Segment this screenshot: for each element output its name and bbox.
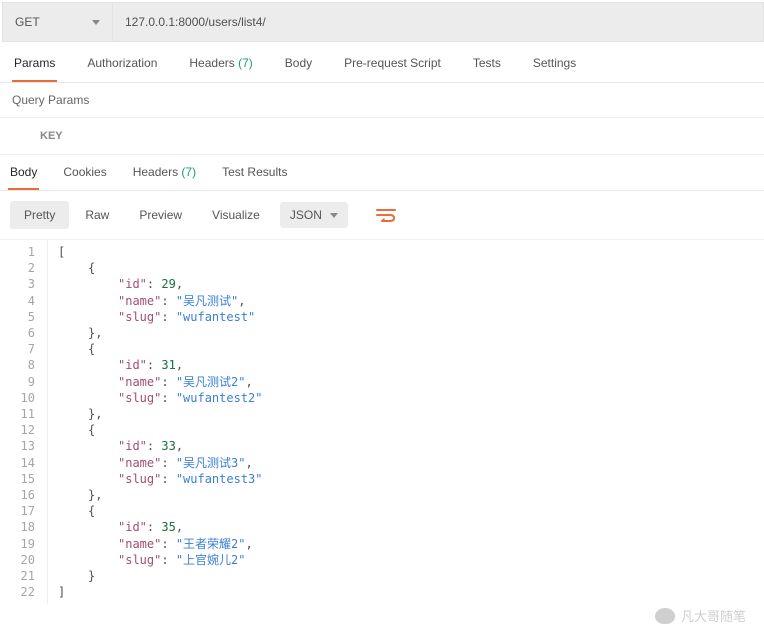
response-tab-headers[interactable]: Headers (7) (131, 165, 198, 190)
response-tab-test-results[interactable]: Test Results (220, 165, 289, 190)
method-value: GET (15, 15, 40, 29)
response-tab-body[interactable]: Body (8, 165, 39, 190)
watermark-text: 凡大哥随笔 (681, 606, 746, 625)
json-source[interactable]: [{"id": 29,"name": "吴凡测试","slug": "wufan… (48, 240, 263, 604)
query-params-label: Query Params (0, 83, 764, 118)
wrap-icon (376, 208, 396, 222)
wechat-icon (655, 608, 675, 624)
visualize-button[interactable]: Visualize (198, 201, 274, 229)
tab-tests[interactable]: Tests (471, 56, 503, 82)
response-tabs: Body Cookies Headers (7) Test Results (0, 155, 764, 191)
wrap-lines-button[interactable] (366, 202, 406, 228)
format-value: JSON (290, 208, 322, 222)
response-body: 12345678910111213141516171819202122 [{"i… (0, 240, 764, 604)
preview-button[interactable]: Preview (125, 201, 196, 229)
url-input[interactable]: 127.0.0.1:8000/users/list4/ (113, 3, 763, 41)
tab-params[interactable]: Params (12, 56, 57, 82)
key-column-header: KEY (0, 118, 764, 155)
tab-headers[interactable]: Headers (7) (187, 56, 254, 82)
raw-button[interactable]: Raw (71, 201, 123, 229)
tab-authorization[interactable]: Authorization (85, 56, 159, 82)
method-select[interactable]: GET (3, 3, 113, 41)
watermark: 凡大哥随笔 (655, 606, 746, 625)
chevron-down-icon (330, 213, 338, 218)
response-toolbar: Pretty Raw Preview Visualize JSON (0, 191, 764, 240)
format-select[interactable]: JSON (280, 202, 348, 228)
tab-body[interactable]: Body (283, 56, 314, 82)
request-bar: GET 127.0.0.1:8000/users/list4/ (2, 2, 764, 42)
tab-settings[interactable]: Settings (531, 56, 578, 82)
line-gutter: 12345678910111213141516171819202122 (0, 240, 48, 604)
pretty-button[interactable]: Pretty (10, 201, 69, 229)
tab-pre-request-script[interactable]: Pre-request Script (342, 56, 443, 82)
response-tab-cookies[interactable]: Cookies (61, 165, 108, 190)
url-value: 127.0.0.1:8000/users/list4/ (125, 15, 266, 29)
chevron-down-icon (92, 20, 100, 25)
request-tabs: Params Authorization Headers (7) Body Pre-re… (0, 42, 764, 83)
